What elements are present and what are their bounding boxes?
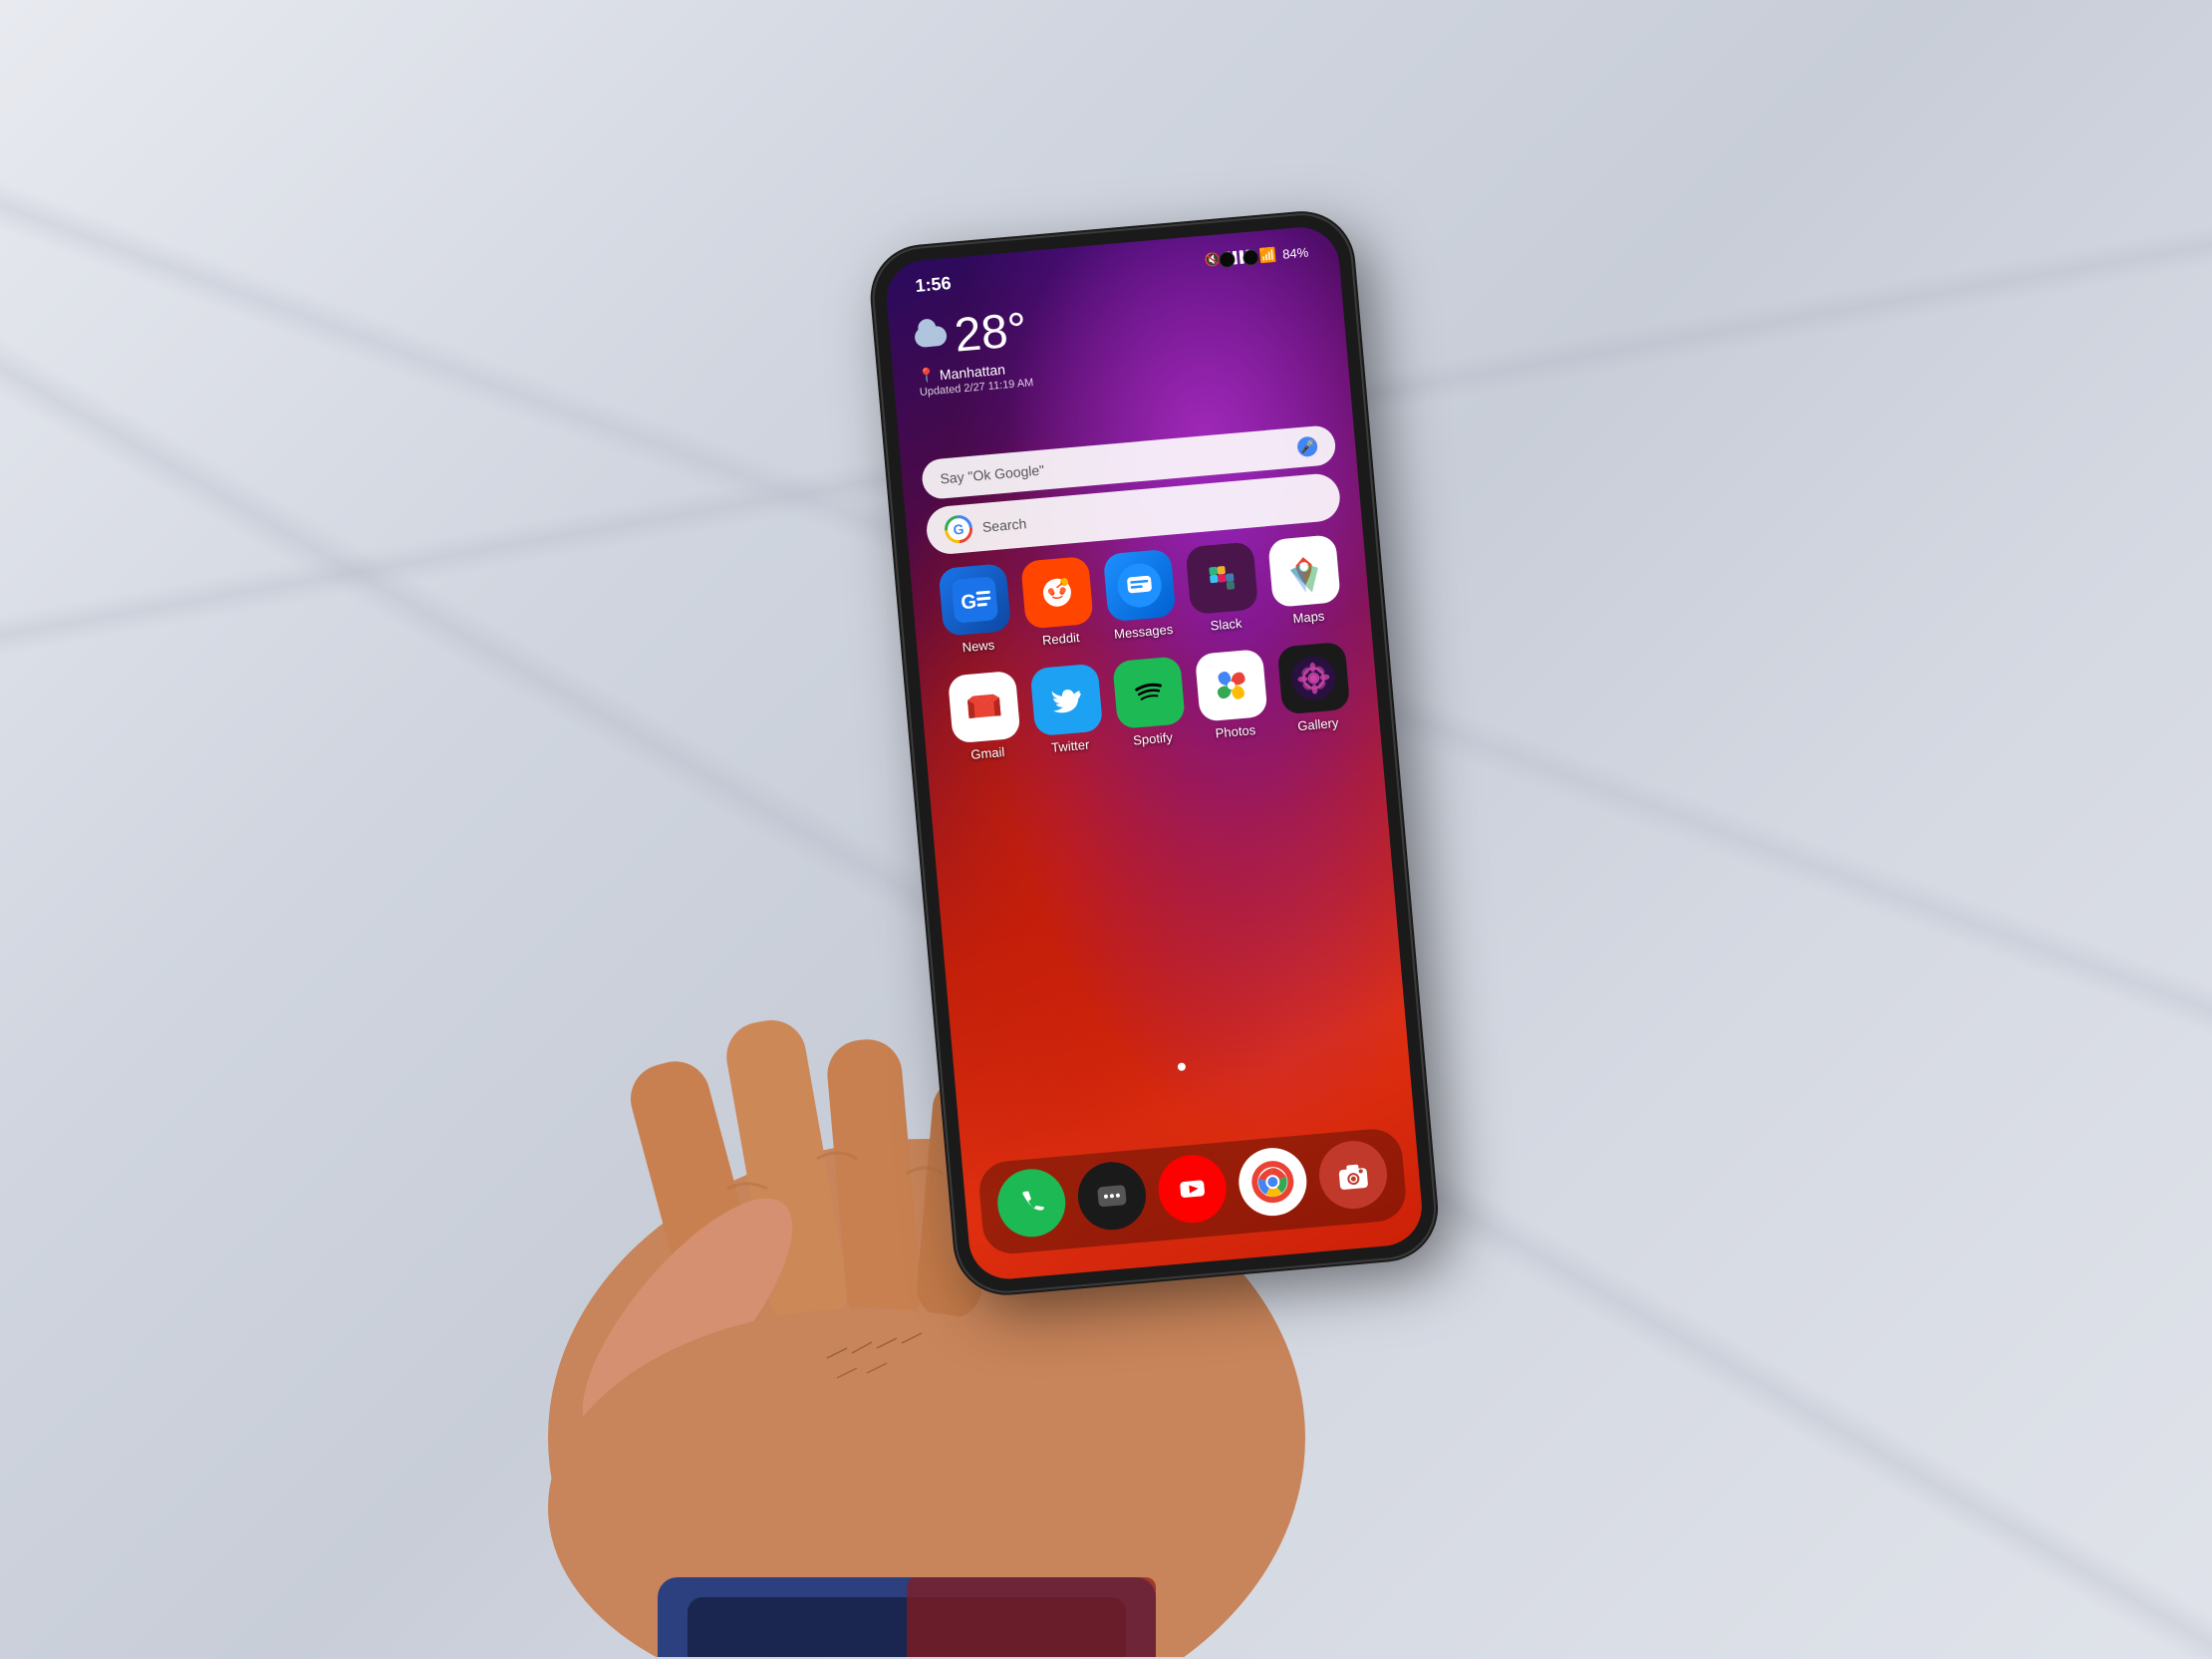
twitter-icon-svg [1042, 676, 1090, 723]
news-label: News [962, 637, 995, 655]
microphone-icon[interactable]: 🎤 [1296, 435, 1318, 457]
app-spotify[interactable]: Spotify [1106, 655, 1193, 749]
twitter-label: Twitter [1050, 736, 1089, 754]
app-row-1: G News [930, 533, 1350, 657]
maps-label: Maps [1292, 608, 1325, 626]
app-row-2: Gmail Twitter [940, 641, 1360, 764]
dock-messages[interactable] [1069, 1158, 1155, 1238]
app-gmail[interactable]: Gmail [941, 670, 1027, 764]
wifi-icon: 📶 [1258, 245, 1277, 263]
messages-icon-svg [1116, 561, 1164, 609]
app-news[interactable]: G News [932, 562, 1018, 657]
gmail-label: Gmail [970, 743, 1005, 761]
photos-icon [1195, 649, 1268, 722]
app-reddit[interactable]: Reddit [1014, 555, 1101, 650]
gallery-label: Gallery [1297, 714, 1339, 733]
phone-screen: 1:56 🔇 ▌▌▌▌ 📶 84% 28° [884, 223, 1426, 1281]
reddit-label: Reddit [1041, 629, 1080, 647]
page-indicator [1174, 1057, 1190, 1076]
reddit-icon-svg [1033, 568, 1081, 616]
status-time: 1:56 [915, 272, 953, 296]
gmail-icon-svg [960, 683, 1007, 730]
google-search-dots: Search [981, 515, 1027, 535]
spotify-icon [1112, 656, 1186, 729]
maps-icon-svg [1281, 547, 1329, 595]
camera-hole-1 [1219, 250, 1236, 267]
slack-label: Slack [1210, 615, 1243, 633]
app-slack[interactable]: Slack [1180, 540, 1266, 635]
voice-search-label: Say "Ok Google" [940, 461, 1045, 486]
gallery-icon-svg [1290, 654, 1338, 701]
dock-chrome[interactable] [1231, 1144, 1316, 1224]
chat-icon-svg [1088, 1172, 1136, 1220]
maps-icon [1268, 534, 1342, 608]
weather-temperature: 28° [953, 306, 1029, 360]
camera-icon-svg [1330, 1151, 1378, 1199]
google-g-logo: G [944, 513, 973, 543]
app-grid: G News [911, 531, 1382, 785]
phone-body: 1:56 🔇 ▌▌▌▌ 📶 84% 28° [871, 210, 1439, 1294]
dock-messages-icon [1075, 1159, 1149, 1233]
dock-camera-icon [1317, 1138, 1391, 1212]
dock-youtube-icon [1156, 1152, 1230, 1226]
dock-chrome-icon [1237, 1145, 1310, 1219]
gmail-icon [947, 670, 1020, 743]
dock-phone-icon [994, 1166, 1068, 1240]
gallery-icon [1277, 641, 1351, 714]
app-messages[interactable]: Messages [1097, 548, 1184, 643]
reddit-icon [1020, 555, 1094, 629]
youtube-icon-svg [1169, 1165, 1217, 1213]
svg-text:G: G [960, 590, 976, 613]
scene: 1:56 🔇 ▌▌▌▌ 📶 84% 28° [0, 0, 2212, 1659]
dock-phone[interactable] [988, 1166, 1074, 1245]
chrome-icon-svg [1249, 1158, 1297, 1206]
camera-cutout [1219, 248, 1259, 267]
app-maps[interactable]: Maps [1262, 533, 1349, 628]
camera-hole-2 [1243, 248, 1259, 265]
dock [977, 1126, 1408, 1255]
dock-camera[interactable] [1311, 1137, 1397, 1217]
photos-icon-svg [1208, 662, 1255, 709]
app-gallery[interactable]: Gallery [1271, 641, 1358, 735]
spotify-icon-svg [1125, 669, 1173, 716]
spotify-label: Spotify [1133, 729, 1174, 747]
photos-label: Photos [1215, 721, 1256, 739]
dock-row [977, 1126, 1408, 1255]
phone-icon-svg [1007, 1179, 1055, 1227]
slack-icon [1186, 541, 1259, 615]
news-icon: G [938, 563, 1011, 637]
scene-inner: 1:56 🔇 ▌▌▌▌ 📶 84% 28° [409, 83, 1803, 1577]
app-photos[interactable]: Photos [1189, 648, 1275, 742]
dock-youtube[interactable] [1150, 1151, 1236, 1231]
battery-text: 84% [1282, 244, 1309, 261]
messages-icon [1103, 548, 1177, 622]
weather-widget[interactable]: 28° 📍 Manhattan Updated 2/27 11:19 AM [913, 306, 1034, 399]
page-dot-1 [1178, 1062, 1187, 1071]
slack-icon-svg [1199, 554, 1246, 602]
app-twitter[interactable]: Twitter [1023, 663, 1110, 757]
cloud-icon [914, 325, 948, 348]
messages-label: Messages [1113, 621, 1173, 641]
news-icon-svg: G [951, 576, 998, 624]
twitter-icon [1029, 663, 1103, 736]
